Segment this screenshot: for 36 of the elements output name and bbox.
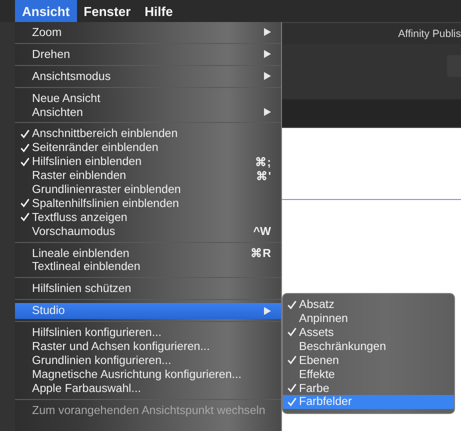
menu-item[interactable]: Anschnittbereich einblenden: [15, 126, 281, 141]
menu-item[interactable]: Hilfslinien einblenden ⌘;: [15, 154, 281, 169]
submenu-item[interactable]: Ebenen: [283, 353, 454, 368]
submenu-item[interactable]: Absatz: [283, 298, 454, 312]
menu-item[interactable]: Seitenränder einblenden: [15, 140, 281, 155]
shortcut-label: ⌘': [256, 168, 271, 183]
window-title: Affinity Publis: [398, 28, 461, 40]
menu-item[interactable]: Apple Farbauswahl...: [15, 381, 281, 396]
menu-item[interactable]: Hilfslinien schützen: [15, 282, 281, 296]
shortcut-label: ^W: [253, 224, 271, 238]
menu-item[interactable]: Magnetische Ausrichtung konfigurieren...: [15, 367, 281, 382]
menu-bar-item[interactable]: Fenster: [76, 0, 138, 22]
shortcut-label: ⌘;: [255, 154, 271, 169]
menu-item[interactable]: Spaltenhilfslinien einblenden: [15, 196, 281, 210]
menu-item[interactable]: Zoom: [15, 26, 281, 40]
menu-item[interactable]: Ansichtsmodus: [15, 69, 281, 84]
menu-item[interactable]: Hilfslinien konfigurieren...: [15, 326, 281, 340]
menu-item[interactable]: Raster und Achsen konfigurieren...: [15, 340, 281, 354]
submenu-item[interactable]: Farbe: [283, 381, 454, 395]
menu-item[interactable]: Raster einblenden ⌘': [15, 168, 281, 183]
menu-item[interactable]: Ansichten: [15, 105, 281, 119]
menu-item[interactable]: Lineale einblenden ⌘R: [15, 246, 281, 260]
menu-item[interactable]: Neue Ansicht: [15, 91, 281, 106]
menu-bar-item[interactable]: Hilfe: [138, 0, 180, 22]
menu-item[interactable]: Drehen: [15, 47, 281, 62]
submenu-item[interactable]: Beschränkungen: [283, 339, 454, 354]
menu-item[interactable]: Grundlinien konfigurieren...: [15, 354, 281, 368]
menu-bar-item[interactable]: Ansicht: [15, 0, 77, 22]
shortcut-label: ⌘R: [250, 246, 271, 260]
menu-item[interactable]: Grundlinienraster einblenden: [15, 182, 281, 196]
menu-item[interactable]: Textfluss anzeigen: [15, 210, 281, 224]
menu-item[interactable]: Vorschaumodus ^W: [15, 224, 281, 238]
submenu-item[interactable]: Anpinnen: [283, 312, 454, 326]
menu-item[interactable]: Textlineal einblenden: [15, 260, 281, 274]
submenu-item[interactable]: Effekte: [283, 367, 454, 382]
submenu-item[interactable]: Assets: [283, 326, 454, 340]
